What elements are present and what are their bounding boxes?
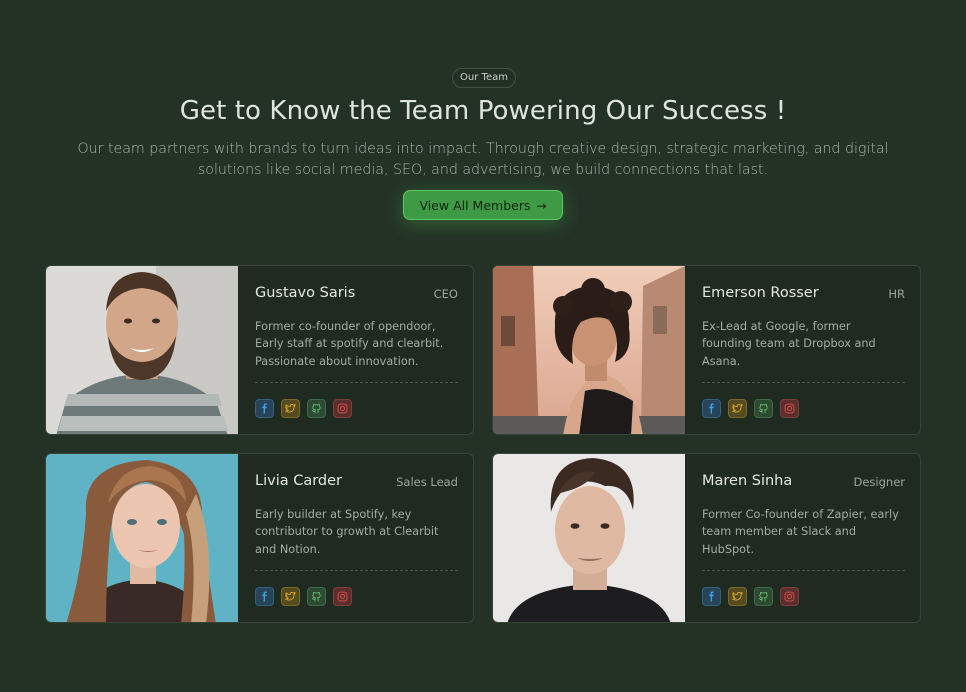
- member-name: Livia Carder: [255, 473, 343, 489]
- instagram-icon[interactable]: [780, 587, 799, 606]
- member-role: Designer: [853, 475, 905, 489]
- section-title: Get to Know the Team Powering Our Succes…: [179, 96, 787, 126]
- card-divider: [255, 382, 458, 383]
- member-name: Maren Sinha: [702, 473, 793, 489]
- twitter-icon[interactable]: [728, 399, 747, 418]
- github-icon[interactable]: [754, 399, 773, 418]
- view-all-members-button[interactable]: View All Members →: [403, 190, 563, 220]
- twitter-icon[interactable]: [281, 399, 300, 418]
- github-icon[interactable]: [754, 587, 773, 606]
- social-links: [255, 587, 352, 606]
- member-photo: [493, 454, 685, 622]
- team-card: Livia Carder Sales Lead Early builder at…: [45, 453, 474, 623]
- team-card: Maren Sinha Designer Former Co-founder o…: [492, 453, 921, 623]
- card-divider: [255, 570, 458, 571]
- member-role: CEO: [433, 287, 458, 301]
- member-bio: Ex-Lead at Google, former founding team …: [702, 320, 876, 368]
- section-subtitle: Our team partners with brands to turn id…: [77, 141, 889, 178]
- member-role: Sales Lead: [396, 475, 458, 489]
- twitter-icon[interactable]: [728, 587, 747, 606]
- instagram-icon[interactable]: [780, 399, 799, 418]
- member-info: Maren Sinha Designer Former Co-founder o…: [702, 454, 905, 622]
- github-icon[interactable]: [307, 399, 326, 418]
- member-name: Emerson Rosser: [702, 285, 819, 301]
- member-photo: [493, 266, 685, 434]
- facebook-icon[interactable]: [255, 587, 274, 606]
- team-card: Emerson Rosser HR Ex-Lead at Google, for…: [492, 265, 921, 435]
- facebook-icon[interactable]: [702, 587, 721, 606]
- facebook-icon[interactable]: [255, 399, 274, 418]
- member-photo: [46, 454, 238, 622]
- member-bio: Early builder at Spotify, key contributo…: [255, 508, 439, 556]
- member-info: Livia Carder Sales Lead Early builder at…: [255, 454, 458, 622]
- arrow-right-icon: →: [536, 199, 547, 213]
- social-links: [255, 399, 352, 418]
- facebook-icon[interactable]: [702, 399, 721, 418]
- member-info: Gustavo Saris CEO Former co-founder of o…: [255, 266, 458, 434]
- instagram-icon[interactable]: [333, 587, 352, 606]
- team-card: Gustavo Saris CEO Former co-founder of o…: [45, 265, 474, 435]
- card-divider: [702, 570, 905, 571]
- social-links: [702, 399, 799, 418]
- social-links: [702, 587, 799, 606]
- section-badge: Our Team: [452, 68, 516, 88]
- member-info: Emerson Rosser HR Ex-Lead at Google, for…: [702, 266, 905, 434]
- card-divider: [702, 382, 905, 383]
- view-all-members-label: View All Members: [419, 198, 531, 213]
- instagram-icon[interactable]: [333, 399, 352, 418]
- member-bio: Former Co-founder of Zapier, early team …: [702, 508, 899, 556]
- member-photo: [46, 266, 238, 434]
- github-icon[interactable]: [307, 587, 326, 606]
- member-name: Gustavo Saris: [255, 285, 356, 301]
- twitter-icon[interactable]: [281, 587, 300, 606]
- member-bio: Former co-founder of opendoor, Early sta…: [255, 320, 444, 368]
- member-role: HR: [888, 287, 905, 301]
